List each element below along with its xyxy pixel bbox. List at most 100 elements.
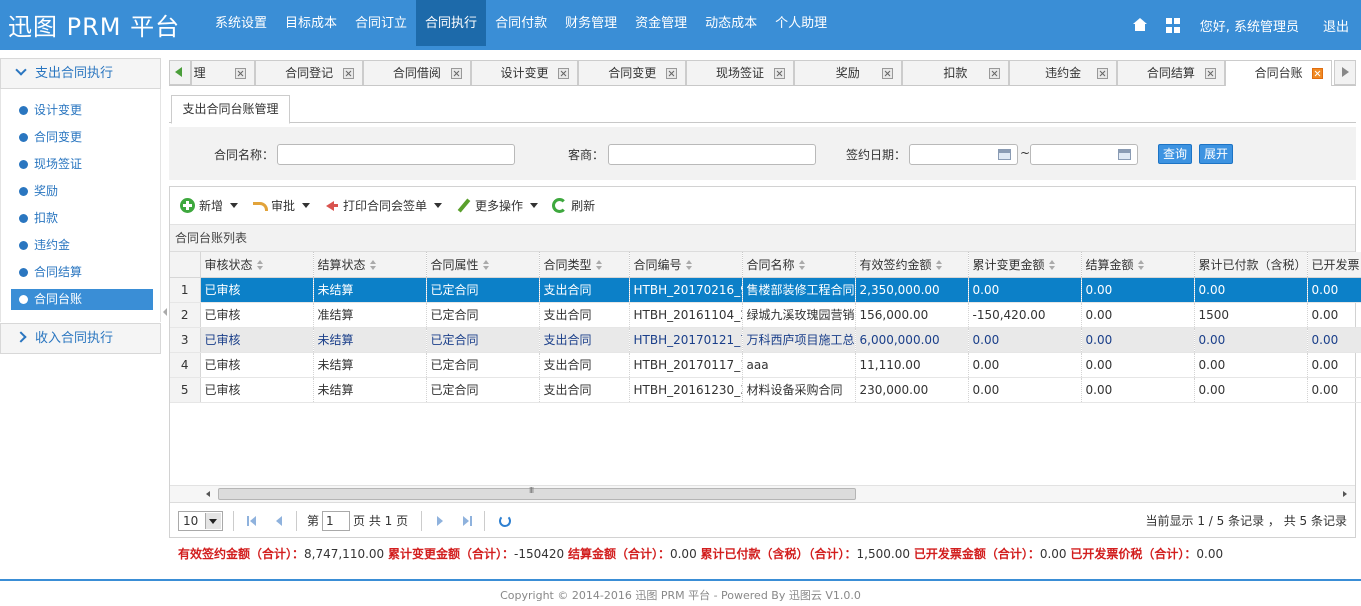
sort-icon[interactable]	[482, 259, 489, 270]
print-sign-sheet-button[interactable]: 打印合同会签单	[324, 197, 443, 214]
page-size-select[interactable]: 10	[178, 510, 223, 531]
column-header[interactable]: 已开发票	[1307, 252, 1361, 278]
close-icon[interactable]	[235, 68, 247, 79]
subtab-ledger[interactable]: 支出合同台账管理	[171, 95, 290, 124]
column-header[interactable]: 合同类型	[539, 252, 630, 278]
sort-icon[interactable]	[256, 259, 263, 270]
table-row[interactable]: 1 已审核 未结算 已定合同 支出合同 HTBH_20170216_9 售楼部装修工程合同 2…	[170, 277, 1361, 303]
scroll-right-icon[interactable]	[1343, 491, 1347, 497]
date-to-input[interactable]	[1030, 144, 1138, 165]
tab[interactable]: 合同结算	[1117, 60, 1225, 85]
column-header[interactable]: 合同名称	[742, 252, 856, 278]
table-cell: 0.00	[1194, 377, 1308, 403]
sidebar-group-expense[interactable]: 支出合同执行	[0, 58, 161, 89]
scrollbar-thumb[interactable]	[218, 486, 856, 500]
sidebar-item[interactable]: 合同结算	[11, 259, 153, 286]
column-header[interactable]: 合同属性	[426, 252, 540, 278]
sidebar-item[interactable]: 奖励	[11, 178, 153, 205]
nav-item[interactable]: 财务管理	[556, 0, 626, 46]
horizontal-scrollbar[interactable]	[170, 485, 1355, 502]
close-icon[interactable]	[989, 68, 1001, 79]
logout-link[interactable]: 退出	[1323, 16, 1349, 35]
next-page-icon[interactable]	[432, 513, 448, 529]
column-header[interactable]: 结算金额	[1081, 252, 1195, 278]
tab[interactable]: 合同借阅	[362, 60, 471, 85]
sidebar-item[interactable]: 扣款	[11, 205, 153, 232]
sidebar-item[interactable]: 合同台账	[11, 289, 153, 310]
sidebar-item[interactable]: 现场签证	[11, 151, 153, 178]
close-icon[interactable]	[1097, 68, 1109, 79]
sort-icon[interactable]	[685, 259, 692, 270]
tab[interactable]: 合同登记	[255, 60, 363, 85]
tab[interactable]: 合同台账	[1224, 60, 1333, 86]
scroll-left-icon[interactable]	[206, 491, 210, 497]
sort-icon[interactable]	[1048, 259, 1055, 270]
home-icon[interactable]	[1132, 17, 1148, 33]
table-row[interactable]: 5 已审核 未结算 已定合同 支出合同 HTBH_20161230_3 材料设备采购合同 23…	[170, 377, 1361, 403]
tab[interactable]: 合同变更	[578, 60, 687, 85]
sidebar-collapse-handle[interactable]	[161, 300, 169, 324]
close-icon[interactable]	[1204, 68, 1216, 79]
close-icon[interactable]	[342, 68, 354, 79]
close-icon[interactable]	[666, 68, 678, 79]
nav-item[interactable]: 资金管理	[626, 0, 696, 46]
add-button[interactable]: 新增	[180, 197, 239, 214]
sort-icon[interactable]	[798, 259, 805, 270]
vendor-input[interactable]	[608, 144, 816, 165]
tab[interactable]: 理	[190, 60, 256, 85]
sidebar-group-income[interactable]: 收入合同执行	[0, 323, 161, 354]
column-header[interactable]: 合同编号	[629, 252, 743, 278]
close-icon[interactable]	[1312, 68, 1324, 79]
approve-button[interactable]: 审批	[252, 197, 311, 214]
close-icon[interactable]	[558, 68, 570, 79]
tab[interactable]: 奖励	[793, 60, 902, 85]
close-icon[interactable]	[450, 68, 462, 79]
sort-icon[interactable]	[595, 259, 602, 270]
first-page-icon[interactable]	[244, 513, 260, 529]
expand-button[interactable]: 展开	[1199, 144, 1234, 164]
sidebar-item[interactable]: 设计变更	[11, 97, 153, 124]
page-number-input[interactable]: 1	[322, 510, 351, 531]
close-icon[interactable]	[881, 68, 893, 79]
refresh-button[interactable]: 刷新	[552, 197, 595, 214]
sort-icon[interactable]	[369, 259, 376, 270]
tab[interactable]: 设计变更	[470, 60, 579, 85]
column-header[interactable]: 有效签约金额	[855, 252, 969, 278]
calendar-icon[interactable]	[998, 149, 1011, 160]
close-icon[interactable]	[773, 68, 785, 79]
last-page-icon[interactable]	[458, 513, 474, 529]
sort-icon[interactable]	[935, 259, 942, 270]
nav-item[interactable]: 合同执行	[416, 0, 487, 46]
sidebar-item[interactable]: 违约金	[11, 232, 153, 259]
contract-name-input[interactable]	[277, 144, 515, 165]
query-button[interactable]: 查询	[1158, 144, 1193, 164]
column-header[interactable]: 审核状态	[200, 252, 314, 278]
nav-item[interactable]: 个人助理	[766, 0, 836, 46]
prev-page-icon[interactable]	[270, 513, 286, 529]
date-from-input[interactable]	[909, 144, 1018, 165]
tab-scroll-right-icon[interactable]	[1334, 60, 1357, 85]
sort-icon[interactable]	[1137, 259, 1144, 270]
sidebar-item[interactable]: 合同变更	[11, 124, 153, 151]
summary-value: 0.00	[669, 547, 701, 561]
table-row[interactable]: 4 已审核 未结算 已定合同 支出合同 HTBH_20170117_1 aaa 11,110.…	[170, 352, 1361, 378]
calendar-icon[interactable]	[1118, 149, 1131, 160]
column-header[interactable]: 累计已付款（含税）	[1194, 252, 1308, 278]
table-row[interactable]: 2 已审核 准结算 已定合同 支出合同 HTBH_20161104_2 绿城九溪玫瑰园营销 1…	[170, 302, 1361, 328]
nav-item[interactable]: 动态成本	[696, 0, 766, 46]
tab[interactable]: 现场签证	[686, 60, 794, 85]
nav-item[interactable]: 合同订立	[346, 0, 416, 46]
tab[interactable]: 扣款	[901, 60, 1010, 85]
reload-icon[interactable]	[499, 514, 512, 527]
more-actions-button[interactable]: 更多操作	[456, 197, 539, 214]
tab[interactable]: 违约金	[1009, 60, 1118, 85]
tab-scroll-left-icon[interactable]	[169, 60, 191, 85]
nav-item[interactable]: 目标成本	[276, 0, 346, 46]
grid-icon[interactable]	[1165, 17, 1182, 33]
nav-item[interactable]: 合同付款	[486, 0, 556, 46]
nav-item[interactable]: 系统设置	[206, 0, 276, 46]
table-row[interactable]: 3 已审核 未结算 已定合同 支出合同 HTBH_20170121_7 万科西庐项目施工总 6…	[170, 327, 1361, 353]
app-logo[interactable]: 迅图 PRM 平台	[8, 7, 180, 42]
column-header[interactable]: 累计变更金额	[968, 252, 1082, 278]
column-header[interactable]: 结算状态	[313, 252, 427, 278]
